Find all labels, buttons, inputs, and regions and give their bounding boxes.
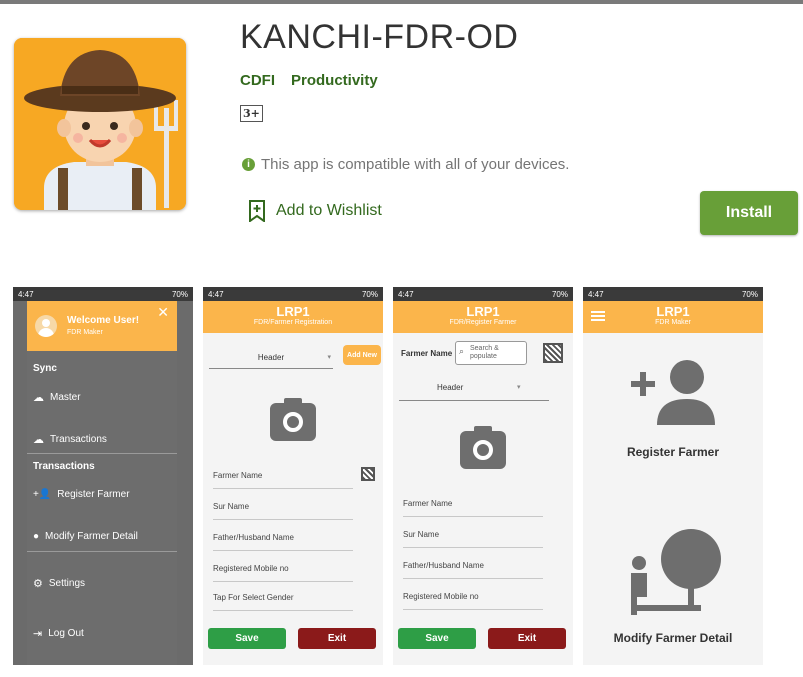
mobile-field[interactable]: Registered Mobile no [403, 592, 543, 610]
register-farmer-label: Register Farmer [626, 445, 720, 459]
cloud-icon: ☁ [33, 392, 44, 404]
top-divider [0, 0, 803, 4]
compatibility-note: i This app is compatible with all of you… [242, 156, 569, 173]
search-icon: ⌕ [459, 346, 465, 356]
father-husband-name-field[interactable]: Father/Husband Name [213, 533, 353, 551]
menu-item-master[interactable]: ☁ Master [33, 391, 81, 404]
add-to-wishlist-button[interactable]: Add to Wishlist [248, 200, 382, 222]
menu-item-transactions[interactable]: ☁ Transactions [33, 433, 107, 446]
farmer-name-field[interactable]: Farmer Name [213, 471, 353, 489]
status-bar: 4:47 70% [583, 287, 763, 301]
menu-item-register-farmer[interactable]: +👤 Register Farmer [33, 489, 130, 500]
exit-button[interactable]: Exit [298, 628, 376, 649]
add-person-icon [631, 360, 715, 425]
menu-item-logout[interactable]: ⇥ Log Out [33, 627, 84, 640]
compatibility-text: This app is compatible with all of your … [261, 156, 570, 173]
logout-icon: ⇥ [33, 628, 43, 640]
user-role: FDR Maker [67, 329, 103, 336]
person-tree-icon [631, 529, 721, 615]
camera-icon[interactable] [270, 398, 316, 441]
wishlist-label: Add to Wishlist [276, 202, 382, 219]
qr-code-icon[interactable] [361, 467, 375, 481]
app-bar-title: LRP1 [276, 304, 310, 319]
save-button[interactable]: Save [398, 628, 476, 649]
camera-icon[interactable] [460, 426, 506, 469]
add-person-icon: +👤 [33, 489, 52, 500]
nav-drawer: Welcome User! FDR Maker ✕ Sync ☁ Master … [27, 301, 177, 665]
divider [27, 453, 177, 454]
header-dropdown[interactable]: Header ▾ [399, 383, 549, 401]
mobile-field[interactable]: Registered Mobile no [213, 564, 353, 582]
chevron-down-icon: ▾ [327, 354, 331, 361]
register-farmer-tile[interactable]: Register Farmer [583, 357, 763, 467]
info-icon: i [242, 158, 255, 171]
screenshot-4[interactable]: 4:47 70% LRP1 FDR Maker Register Farmer … [583, 287, 763, 665]
cloud-icon: ☁ [33, 434, 44, 446]
farmer-name-field[interactable]: Farmer Name [403, 499, 543, 517]
search-populate-input[interactable]: ⌕ Search & populate [455, 341, 527, 365]
app-bar-subtitle: FDR/Farmer Registration [253, 319, 333, 326]
app-bar: LRP1 FDR/Farmer Registration [203, 301, 383, 333]
modify-farmer-label: Modify Farmer Detail [613, 631, 733, 645]
chevron-down-icon: ▾ [517, 384, 521, 391]
menu-item-modify-farmer[interactable]: ● Modify Farmer Detail [33, 531, 138, 542]
welcome-text: Welcome User! [67, 315, 140, 326]
divider [27, 551, 177, 552]
app-bar: LRP1 FDR Maker [583, 301, 763, 333]
transactions-section-header: Transactions [33, 461, 95, 472]
surname-field[interactable]: Sur Name [213, 502, 353, 520]
app-bar-title: LRP1 [466, 304, 500, 319]
content-rating-badge: 3+ [240, 105, 263, 122]
add-new-button[interactable]: Add New [343, 345, 381, 365]
app-bar-subtitle: FDR Maker [655, 319, 691, 326]
screenshot-2[interactable]: 4:47 70% LRP1 FDR/Farmer Registration He… [203, 287, 383, 665]
screenshot-1[interactable]: 4:47 70% Welcome User! FDR Maker ✕ Sync … [13, 287, 193, 665]
install-button[interactable]: Install [700, 191, 798, 235]
menu-icon[interactable] [591, 311, 605, 321]
bookmark-plus-icon [249, 200, 265, 222]
header-dropdown[interactable]: Header ▾ [209, 353, 333, 369]
app-meta: CDFI Productivity [240, 72, 378, 89]
app-icon [14, 38, 186, 210]
drawer-header: Welcome User! FDR Maker ✕ [27, 301, 177, 351]
status-bar: 4:47 70% [393, 287, 573, 301]
father-husband-name-field[interactable]: Father/Husband Name [403, 561, 543, 579]
close-icon[interactable]: ✕ [157, 304, 169, 321]
app-title: KANCHI-FDR-OD [240, 18, 519, 56]
exit-button[interactable]: Exit [488, 628, 566, 649]
status-bar: 4:47 70% [203, 287, 383, 301]
screenshot-3[interactable]: 4:47 70% LRP1 FDR/Register Farmer Farmer… [393, 287, 573, 665]
surname-field[interactable]: Sur Name [403, 530, 543, 548]
category-link[interactable]: Productivity [291, 72, 378, 89]
save-button[interactable]: Save [208, 628, 286, 649]
app-bar-title: LRP1 [656, 304, 690, 319]
gender-select[interactable]: Tap For Select Gender [213, 593, 353, 611]
status-bar: 4:47 70% [13, 287, 193, 301]
developer-link[interactable]: CDFI [240, 72, 275, 89]
app-bar-subtitle: FDR/Register Farmer [449, 319, 517, 326]
qr-code-icon[interactable] [543, 343, 563, 363]
farmer-name-label: Farmer Name [401, 349, 453, 358]
person-tree-icon: ● [33, 531, 40, 542]
user-avatar-icon [35, 315, 57, 337]
gear-icon: ⚙ [33, 578, 43, 590]
modify-farmer-tile[interactable]: Modify Farmer Detail [583, 527, 763, 652]
sync-section-header: Sync [33, 363, 57, 374]
app-bar: LRP1 FDR/Register Farmer [393, 301, 573, 333]
menu-item-settings[interactable]: ⚙ Settings [33, 577, 85, 590]
